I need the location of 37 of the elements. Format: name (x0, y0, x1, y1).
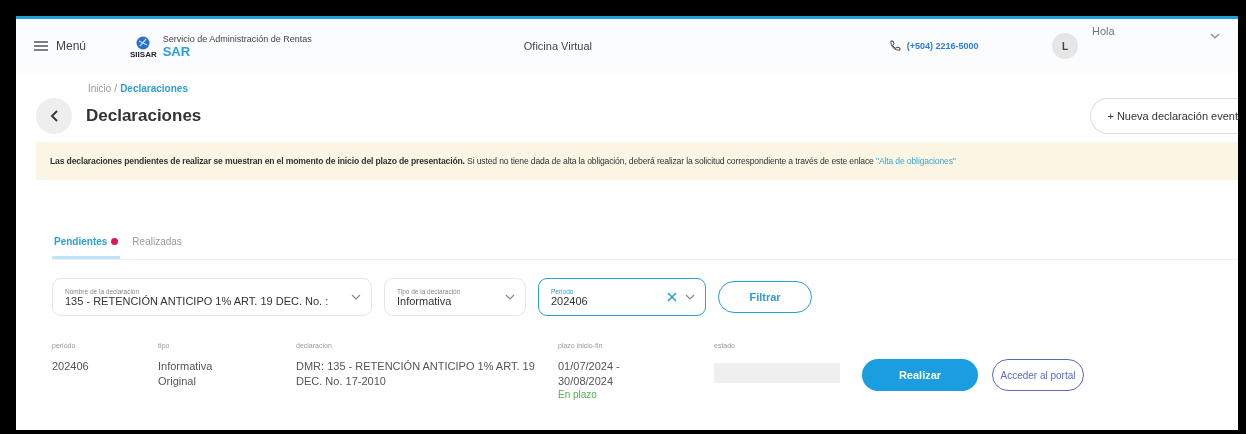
breadcrumb-link[interactable]: Inicio (88, 83, 112, 94)
greeting-text: Hola (1092, 25, 1116, 37)
clear-icon[interactable] (667, 292, 677, 302)
submit-button[interactable]: Realizar (862, 359, 978, 391)
breadcrumb-link[interactable]: Declaraciones (120, 83, 188, 94)
logo-caption: SIISAR (130, 49, 157, 59)
obligations-link[interactable]: "Alta de obligaciones" (876, 156, 956, 166)
portal-title: Oficina Virtual (523, 40, 594, 52)
organization-acronym: SAR (162, 43, 192, 59)
phone-link[interactable]: (+504) 2216-5000 (906, 41, 979, 51)
chevron-down-icon (685, 294, 695, 300)
menu-icon (34, 41, 48, 51)
chevron-down-icon (1210, 33, 1220, 39)
chevron-down-icon (505, 294, 515, 300)
portal-button[interactable]: Acceder al portal (992, 359, 1084, 391)
info-text: Las declaraciones pendientes de realizar se muestran en el momento de inicio del plazo de presentación. Si usted no tiene dada de alta la obligación, deberá realizar la solicitud correspondiente a través de este enlace "Alta de obligaciones" (50, 156, 957, 166)
field-value: 135 - RETENCIÓN ANTICIPO 1% ART. 19 DEC. No. : (65, 294, 330, 307)
table-cell-text: 01/07/2024 - 30/08/2024 (558, 359, 621, 389)
tab[interactable]: Pendientes (52, 230, 121, 259)
menu-button[interactable]: Menú (34, 39, 131, 53)
phone-icon (888, 40, 901, 52)
organization-name: Servicio de Administración de Rentas (162, 33, 312, 44)
table-cell-text: Informativa Original (158, 359, 214, 389)
table-cell-text: DMR: 135 - RETENCIÓN ANTICIPO 1% ART. 19 DEC. No. 17-2010 (296, 359, 536, 389)
status-text: En plazo (558, 388, 598, 400)
field-value: Informativa (397, 294, 453, 307)
new-declaration-button[interactable]: + Nueva declaración event (1090, 98, 1238, 134)
page-title: Declaraciones (86, 106, 203, 126)
user-avatar[interactable]: L (1052, 33, 1078, 59)
back-button[interactable] (36, 98, 72, 134)
chevron-down-icon (351, 294, 361, 300)
breadcrumb-separator: / (114, 83, 118, 94)
tab[interactable]: Realizadas (130, 230, 184, 259)
table-cell-text: 202406 (52, 359, 90, 374)
filter-button[interactable]: Filtrar (718, 281, 812, 313)
globe-logo-icon (136, 35, 151, 50)
field-value: 202406 (551, 294, 589, 307)
